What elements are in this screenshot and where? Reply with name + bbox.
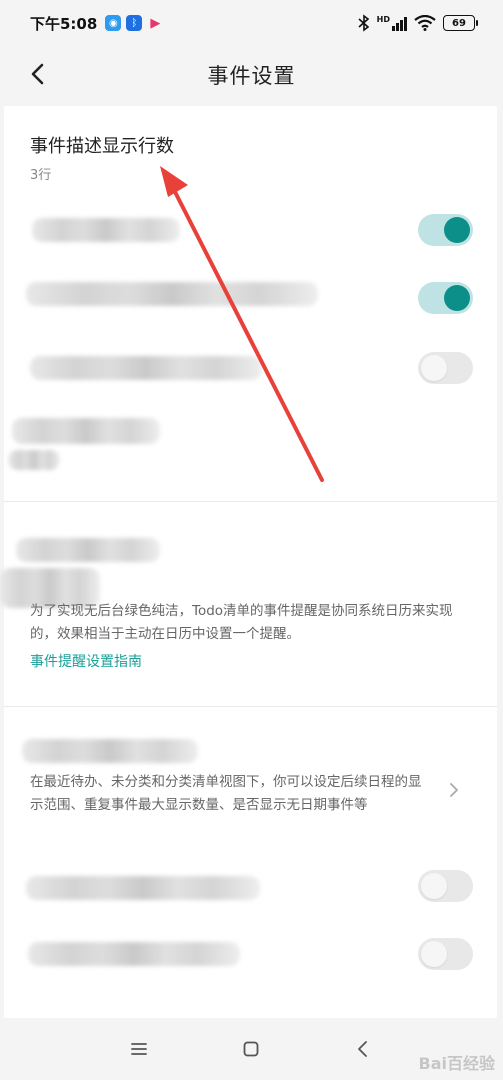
blurred-label (12, 418, 160, 444)
schedule-section[interactable]: 在最近待办、未分类和分类清单视图下，你可以设定后续日程的显示范围、重复事件最大显… (4, 707, 497, 841)
chevron-right-icon (450, 783, 458, 797)
setting-row-6 (4, 924, 497, 984)
video-app-icon: ▶ (150, 15, 161, 31)
schedule-description: 在最近待办、未分类和分类清单视图下，你可以设定后续日程的显示范围、重复事件最大显… (30, 774, 422, 813)
blurred-sublabel (8, 450, 60, 470)
blurred-label (32, 218, 180, 242)
setting-value-description-lines: 3行 (30, 168, 52, 183)
toggle-knob (444, 217, 470, 243)
home-icon[interactable] (240, 1038, 262, 1060)
watermark: Bai百经验 (418, 1054, 495, 1073)
toggle-knob (421, 941, 447, 967)
toggle-switch-5[interactable] (418, 938, 473, 970)
blurred-label (26, 876, 260, 900)
blurred-label (26, 282, 318, 306)
screen: 下午5:08 ◉ ᛒ ▶ HD 69 事件设置 事件描述显示行数 3行 为了实现… (0, 0, 503, 1080)
system-nav-bar: Bai百经验 (0, 1018, 503, 1080)
toggle-knob (421, 873, 447, 899)
blurred-label (28, 942, 240, 966)
blurred-label (30, 356, 262, 380)
app-header: 事件设置 (0, 46, 503, 104)
setting-title-description-lines: 事件描述显示行数 (30, 136, 174, 157)
toggle-knob (421, 355, 447, 381)
blurred-label (16, 538, 160, 562)
reminder-guide-link[interactable]: 事件提醒设置指南 (30, 651, 142, 671)
toggle-switch-2[interactable] (418, 282, 473, 314)
nav-back-icon[interactable] (352, 1038, 374, 1060)
status-time: 下午5:08 (30, 14, 98, 33)
menu-icon[interactable] (128, 1038, 150, 1060)
bluetooth-app-icon: ᛒ (126, 15, 143, 31)
blurred-label (22, 739, 198, 763)
wifi-icon (414, 15, 436, 31)
messaging-app-icon: ◉ (105, 15, 122, 31)
toggle-switch-4[interactable] (418, 870, 473, 902)
toggle-knob (444, 285, 470, 311)
battery-icon: 69 (443, 15, 478, 31)
settings-card: 事件描述显示行数 3行 为了实现无后台绿色纯洁，Todo清单的事件提醒是协同系统… (0, 106, 497, 1018)
back-arrow-icon[interactable] (26, 62, 50, 86)
setting-row-4[interactable] (4, 406, 497, 476)
toggle-switch-3[interactable] (418, 352, 473, 384)
network-type-label: HD (376, 15, 390, 24)
status-bar: 下午5:08 ◉ ᛒ ▶ HD 69 (0, 0, 503, 46)
reminder-description: 为了实现无后台绿色纯洁，Todo清单的事件提醒是协同系统日历来实现的，效果相当于… (30, 603, 453, 642)
setting-row-5 (4, 856, 497, 916)
setting-row-1 (4, 202, 497, 262)
toggle-switch-1[interactable] (418, 214, 473, 246)
status-indicators: HD 69 (358, 14, 478, 32)
setting-description-lines[interactable]: 事件描述显示行数 3行 (4, 106, 497, 190)
setting-row-2 (4, 268, 497, 328)
page-title: 事件设置 (207, 64, 296, 88)
reminder-section: 为了实现无后台绿色纯洁，Todo清单的事件提醒是协同系统日历来实现的，效果相当于… (0, 502, 497, 708)
signal-icon: HD (377, 15, 407, 31)
bluetooth-icon (358, 14, 369, 32)
setting-row-3 (4, 338, 497, 398)
